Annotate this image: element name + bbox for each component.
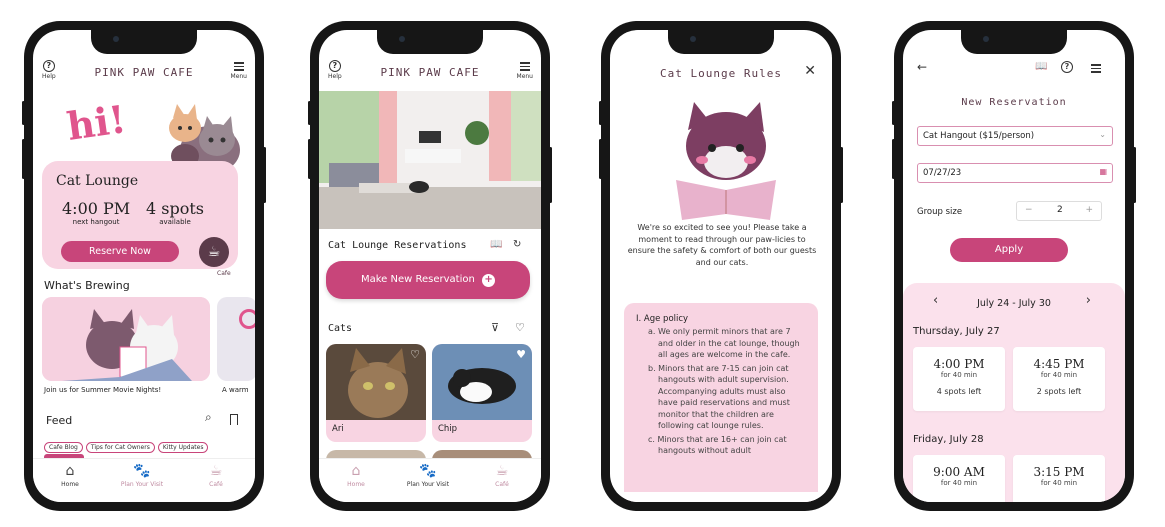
chip-cafe-blog[interactable]: Cafe Blog <box>44 442 83 453</box>
cat-card-ari[interactable]: ♡ Ari <box>326 344 426 442</box>
hangout-type-select[interactable]: Cat Hangout ($15/person) ⌄ <box>917 126 1113 146</box>
page-title: PINK PAW CAFE <box>380 66 480 79</box>
home-icon: ⌂ <box>65 463 75 479</box>
cafe-interior-photo <box>319 91 541 229</box>
feed-heading: Feed <box>46 414 73 427</box>
week-range: July 24 - July 30 <box>977 298 1051 309</box>
reservation-screen: ← 📖 ? New Reservation Cat Hangout ($15/p… <box>903 30 1125 502</box>
heart-icon[interactable]: ♡ <box>515 321 525 334</box>
page-title: New Reservation <box>961 97 1067 108</box>
rules-book-icon[interactable]: 📖 <box>490 239 502 250</box>
back-arrow-icon[interactable]: ← <box>917 60 927 74</box>
home-icon: ⌂ <box>351 463 361 479</box>
date-field[interactable]: 07/27/23 ▦ <box>917 163 1113 183</box>
next-time: 4:00 PM next hangout <box>62 199 131 226</box>
brewing-caption-2: A warm <box>222 386 249 394</box>
rule-b: b. Minors that are 7-15 can join cat han… <box>648 363 790 431</box>
policy-heading: I. Age policy <box>636 314 689 324</box>
day-label: Friday, July 28 <box>913 434 984 445</box>
help-button[interactable]: ? <box>1061 61 1073 74</box>
menu-button[interactable]: Menu <box>517 60 533 80</box>
cat-card-chip[interactable]: ♥ Chip <box>432 344 532 442</box>
spots-available: 4 spots available <box>146 199 204 226</box>
menu-button[interactable] <box>1091 62 1101 75</box>
book-icon[interactable]: 📖 <box>1035 61 1047 72</box>
chip-kitty-updates[interactable]: Kitty Updates <box>157 442 209 453</box>
menu-icon <box>233 62 244 71</box>
history-icon[interactable]: ↻ <box>513 239 521 250</box>
menu-button[interactable]: Menu <box>231 60 247 80</box>
calendar-icon: ▦ <box>1099 167 1107 176</box>
reading-cat-illustration <box>676 102 776 220</box>
tab-plan-visit[interactable]: 🐾 Plan Your Visit <box>393 463 463 488</box>
search-icon[interactable]: ⌕ <box>205 410 212 425</box>
phone-home: ? Help PINK PAW CAFE Menu hi! Cat Lounge… <box>22 21 266 511</box>
group-size-value: 2 <box>1057 205 1063 215</box>
tab-cafe[interactable]: ☕ Café <box>467 463 537 488</box>
home-screen: ? Help PINK PAW CAFE Menu hi! Cat Lounge… <box>33 30 255 502</box>
coffee-icon: ☕ <box>207 244 221 260</box>
cafe-label: Cafe <box>217 270 231 277</box>
feed-chips: Cafe Blog Tips for Cat Owners Kitty Update… <box>44 434 211 453</box>
cafe-button[interactable]: ☕ <box>199 237 229 267</box>
rules-intro: We're so excited to see you! Please take… <box>627 223 817 267</box>
availability-panel: ‹ July 24 - July 30 › Thursday, July 27 … <box>903 283 1125 502</box>
rule-c: c. Minors that are 16+ can join cat hang… <box>648 434 787 456</box>
help-icon: ? <box>1061 61 1073 73</box>
time-slot[interactable]: 4:00 PM for 40 min 4 spots left <box>913 347 1005 411</box>
paw-icon: 🐾 <box>133 463 151 479</box>
minus-button[interactable]: − <box>1025 205 1033 215</box>
cats-heading: Cats <box>328 323 353 334</box>
plus-button[interactable]: + <box>1085 205 1093 215</box>
menu-icon <box>519 62 530 71</box>
rules-title: Cat Lounge Rules <box>660 67 782 80</box>
close-icon[interactable]: ✕ <box>804 63 816 79</box>
brewing-caption-1: Join us for Summer Movie Nights! <box>44 386 162 394</box>
phone-new-reservation: ← 📖 ? New Reservation Cat Hangout ($15/p… <box>892 21 1136 511</box>
favorite-filled-icon[interactable]: ♥ <box>516 348 526 361</box>
time-slot[interactable]: 9:00 AM for 40 min <box>913 455 1005 502</box>
tab-bar: ⌂ Home 🐾 Plan Your Visit ☕ Café <box>33 458 255 502</box>
group-size-label: Group size <box>917 207 963 217</box>
reserve-now-button[interactable]: Reserve Now <box>61 241 179 262</box>
chevron-down-icon: ⌄ <box>1099 130 1106 139</box>
chip-tips[interactable]: Tips for Cat Owners <box>85 442 155 453</box>
movie-night-illustration <box>42 297 210 381</box>
page-title: PINK PAW CAFE <box>94 66 194 79</box>
next-brewing-card[interactable] <box>217 297 255 381</box>
cat-name-ari: Ari <box>332 424 344 434</box>
movie-night-card[interactable] <box>42 297 210 381</box>
plus-circle-icon: + <box>482 274 496 287</box>
phone-rules: Cat Lounge Rules ✕ We're so excited to s… <box>599 21 843 511</box>
make-reservation-button[interactable]: Make New Reservation + <box>326 261 530 299</box>
next-week-chevron-icon[interactable]: › <box>1086 293 1091 308</box>
plan-visit-screen: ? Help PINK PAW CAFE Menu Cat Lounge Res… <box>319 30 541 502</box>
bookmark-icon[interactable] <box>230 414 238 425</box>
group-size-stepper[interactable]: − 2 + <box>1016 201 1102 221</box>
tab-bar: ⌂ Home 🐾 Plan Your Visit ☕ Café <box>319 458 541 502</box>
rules-screen: Cat Lounge Rules ✕ We're so excited to s… <box>610 30 832 502</box>
time-slot[interactable]: 4:45 PM for 40 min 2 spots left <box>1013 347 1105 411</box>
filter-icon[interactable]: ⊽ <box>491 321 499 334</box>
time-slot[interactable]: 3:15 PM for 40 min <box>1013 455 1105 502</box>
tab-plan-visit[interactable]: 🐾 Plan Your Visit <box>107 463 177 488</box>
lounge-title: Cat Lounge <box>56 173 139 189</box>
day-label: Thursday, July 27 <box>913 326 1000 337</box>
paw-icon: 🐾 <box>419 463 437 479</box>
coffee-cup-icon: ☕ <box>209 463 223 479</box>
hi-greeting: hi! <box>64 96 129 149</box>
cat-name-chip: Chip <box>438 424 458 434</box>
rule-a: a. We only permit minors that are 7 and … <box>648 327 800 359</box>
menu-icon <box>1091 64 1101 73</box>
apply-button[interactable]: Apply <box>950 238 1068 262</box>
coffee-cup-icon: ☕ <box>495 463 509 479</box>
tab-cafe[interactable]: ☕ Café <box>181 463 251 488</box>
tab-home[interactable]: ⌂ Home <box>35 463 105 488</box>
brewing-heading: What's Brewing <box>44 279 130 292</box>
tab-home[interactable]: ⌂ Home <box>321 463 391 488</box>
age-policy-panel: I. Age policy a. We only permit minors t… <box>624 303 818 502</box>
favorite-icon[interactable]: ♡ <box>410 348 420 361</box>
reservations-heading: Cat Lounge Reservations <box>328 240 467 251</box>
phone-plan-visit: ? Help PINK PAW CAFE Menu Cat Lounge Res… <box>308 21 552 511</box>
